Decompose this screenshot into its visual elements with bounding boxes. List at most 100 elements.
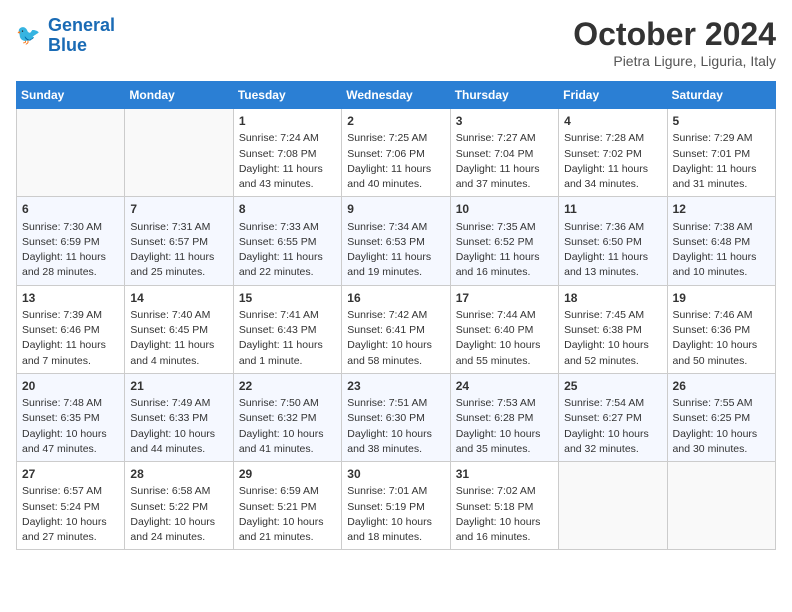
day-number: 17	[456, 290, 553, 307]
day-number: 31	[456, 466, 553, 483]
daylight-text: Daylight: 11 hours and 28 minutes.	[22, 250, 119, 280]
day-number: 27	[22, 466, 119, 483]
month-title: October 2024	[573, 16, 776, 53]
daylight-text: Daylight: 11 hours and 40 minutes.	[347, 162, 444, 192]
sunrise-text: Sunrise: 7:31 AM	[130, 220, 227, 235]
daylight-text: Daylight: 11 hours and 19 minutes.	[347, 250, 444, 280]
sunrise-text: Sunrise: 7:34 AM	[347, 220, 444, 235]
sunrise-text: Sunrise: 7:25 AM	[347, 131, 444, 146]
calendar-cell: 22Sunrise: 7:50 AMSunset: 6:32 PMDayligh…	[233, 373, 341, 461]
day-number: 26	[673, 378, 770, 395]
calendar-cell	[125, 109, 233, 197]
calendar-cell: 1Sunrise: 7:24 AMSunset: 7:08 PMDaylight…	[233, 109, 341, 197]
daylight-text: Daylight: 11 hours and 13 minutes.	[564, 250, 661, 280]
daylight-text: Daylight: 11 hours and 43 minutes.	[239, 162, 336, 192]
sunset-text: Sunset: 6:59 PM	[22, 235, 119, 250]
sunrise-text: Sunrise: 7:41 AM	[239, 308, 336, 323]
daylight-text: Daylight: 10 hours and 50 minutes.	[673, 338, 770, 368]
sunrise-text: Sunrise: 7:30 AM	[22, 220, 119, 235]
calendar-cell: 31Sunrise: 7:02 AMSunset: 5:18 PMDayligh…	[450, 462, 558, 550]
sunrise-text: Sunrise: 7:54 AM	[564, 396, 661, 411]
sunrise-text: Sunrise: 7:44 AM	[456, 308, 553, 323]
calendar-cell: 3Sunrise: 7:27 AMSunset: 7:04 PMDaylight…	[450, 109, 558, 197]
sunrise-text: Sunrise: 7:46 AM	[673, 308, 770, 323]
calendar-cell: 23Sunrise: 7:51 AMSunset: 6:30 PMDayligh…	[342, 373, 450, 461]
day-number: 20	[22, 378, 119, 395]
column-header-saturday: Saturday	[667, 82, 775, 109]
sunrise-text: Sunrise: 7:55 AM	[673, 396, 770, 411]
sunrise-text: Sunrise: 7:35 AM	[456, 220, 553, 235]
sunrise-text: Sunrise: 7:02 AM	[456, 484, 553, 499]
day-number: 3	[456, 113, 553, 130]
calendar-cell: 8Sunrise: 7:33 AMSunset: 6:55 PMDaylight…	[233, 197, 341, 285]
day-number: 25	[564, 378, 661, 395]
calendar-cell: 7Sunrise: 7:31 AMSunset: 6:57 PMDaylight…	[125, 197, 233, 285]
day-number: 22	[239, 378, 336, 395]
daylight-text: Daylight: 10 hours and 16 minutes.	[456, 515, 553, 545]
calendar-cell: 28Sunrise: 6:58 AMSunset: 5:22 PMDayligh…	[125, 462, 233, 550]
daylight-text: Daylight: 11 hours and 31 minutes.	[673, 162, 770, 192]
sunrise-text: Sunrise: 7:49 AM	[130, 396, 227, 411]
sunrise-text: Sunrise: 7:45 AM	[564, 308, 661, 323]
daylight-text: Daylight: 10 hours and 44 minutes.	[130, 427, 227, 457]
sunrise-text: Sunrise: 7:38 AM	[673, 220, 770, 235]
sunset-text: Sunset: 6:53 PM	[347, 235, 444, 250]
calendar-cell: 19Sunrise: 7:46 AMSunset: 6:36 PMDayligh…	[667, 285, 775, 373]
title-block: October 2024 Pietra Ligure, Liguria, Ita…	[573, 16, 776, 69]
sunset-text: Sunset: 6:27 PM	[564, 411, 661, 426]
sunrise-text: Sunrise: 7:50 AM	[239, 396, 336, 411]
daylight-text: Daylight: 11 hours and 22 minutes.	[239, 250, 336, 280]
day-number: 9	[347, 201, 444, 218]
calendar-cell	[667, 462, 775, 550]
daylight-text: Daylight: 11 hours and 1 minute.	[239, 338, 336, 368]
day-number: 16	[347, 290, 444, 307]
column-header-tuesday: Tuesday	[233, 82, 341, 109]
sunrise-text: Sunrise: 6:58 AM	[130, 484, 227, 499]
day-number: 10	[456, 201, 553, 218]
calendar-cell: 18Sunrise: 7:45 AMSunset: 6:38 PMDayligh…	[559, 285, 667, 373]
daylight-text: Daylight: 10 hours and 21 minutes.	[239, 515, 336, 545]
sunset-text: Sunset: 6:43 PM	[239, 323, 336, 338]
day-number: 15	[239, 290, 336, 307]
daylight-text: Daylight: 11 hours and 34 minutes.	[564, 162, 661, 192]
day-number: 21	[130, 378, 227, 395]
calendar-cell: 5Sunrise: 7:29 AMSunset: 7:01 PMDaylight…	[667, 109, 775, 197]
day-number: 11	[564, 201, 661, 218]
daylight-text: Daylight: 11 hours and 7 minutes.	[22, 338, 119, 368]
daylight-text: Daylight: 10 hours and 52 minutes.	[564, 338, 661, 368]
calendar-cell: 30Sunrise: 7:01 AMSunset: 5:19 PMDayligh…	[342, 462, 450, 550]
page-header: 🐦 General Blue October 2024 Pietra Ligur…	[16, 16, 776, 69]
calendar-cell: 9 Sunrise: 7:34 AMSunset: 6:53 PMDaylight…	[342, 197, 450, 285]
sunrise-text: Sunrise: 6:57 AM	[22, 484, 119, 499]
daylight-text: Daylight: 10 hours and 38 minutes.	[347, 427, 444, 457]
sunset-text: Sunset: 5:19 PM	[347, 500, 444, 515]
calendar-cell: 10 Sunrise: 7:35 AMSunset: 6:52 PMDayligh…	[450, 197, 558, 285]
sunrise-text: Sunrise: 7:53 AM	[456, 396, 553, 411]
sunset-text: Sunset: 6:46 PM	[22, 323, 119, 338]
daylight-text: Daylight: 10 hours and 47 minutes.	[22, 427, 119, 457]
sunrise-text: Sunrise: 7:01 AM	[347, 484, 444, 499]
daylight-text: Daylight: 10 hours and 27 minutes.	[22, 515, 119, 545]
sunrise-text: Sunrise: 7:27 AM	[456, 131, 553, 146]
calendar-cell: 26Sunrise: 7:55 AMSunset: 6:25 PMDayligh…	[667, 373, 775, 461]
sunset-text: Sunset: 7:04 PM	[456, 147, 553, 162]
logo: 🐦 General Blue	[16, 16, 115, 56]
daylight-text: Daylight: 10 hours and 41 minutes.	[239, 427, 336, 457]
calendar-cell: 29Sunrise: 6:59 AMSunset: 5:21 PMDayligh…	[233, 462, 341, 550]
week-row-3: 13Sunrise: 7:39 AMSunset: 6:46 PMDayligh…	[17, 285, 776, 373]
calendar-cell: 13Sunrise: 7:39 AMSunset: 6:46 PMDayligh…	[17, 285, 125, 373]
sunset-text: Sunset: 6:35 PM	[22, 411, 119, 426]
sunset-text: Sunset: 6:57 PM	[130, 235, 227, 250]
daylight-text: Daylight: 10 hours and 32 minutes.	[564, 427, 661, 457]
column-header-thursday: Thursday	[450, 82, 558, 109]
day-number: 5	[673, 113, 770, 130]
daylight-text: Daylight: 11 hours and 16 minutes.	[456, 250, 553, 280]
sunset-text: Sunset: 7:08 PM	[239, 147, 336, 162]
day-number: 29	[239, 466, 336, 483]
sunrise-text: Sunrise: 7:39 AM	[22, 308, 119, 323]
column-header-monday: Monday	[125, 82, 233, 109]
sunset-text: Sunset: 6:52 PM	[456, 235, 553, 250]
calendar-cell: 15Sunrise: 7:41 AMSunset: 6:43 PMDayligh…	[233, 285, 341, 373]
day-number: 8	[239, 201, 336, 218]
sunset-text: Sunset: 6:30 PM	[347, 411, 444, 426]
